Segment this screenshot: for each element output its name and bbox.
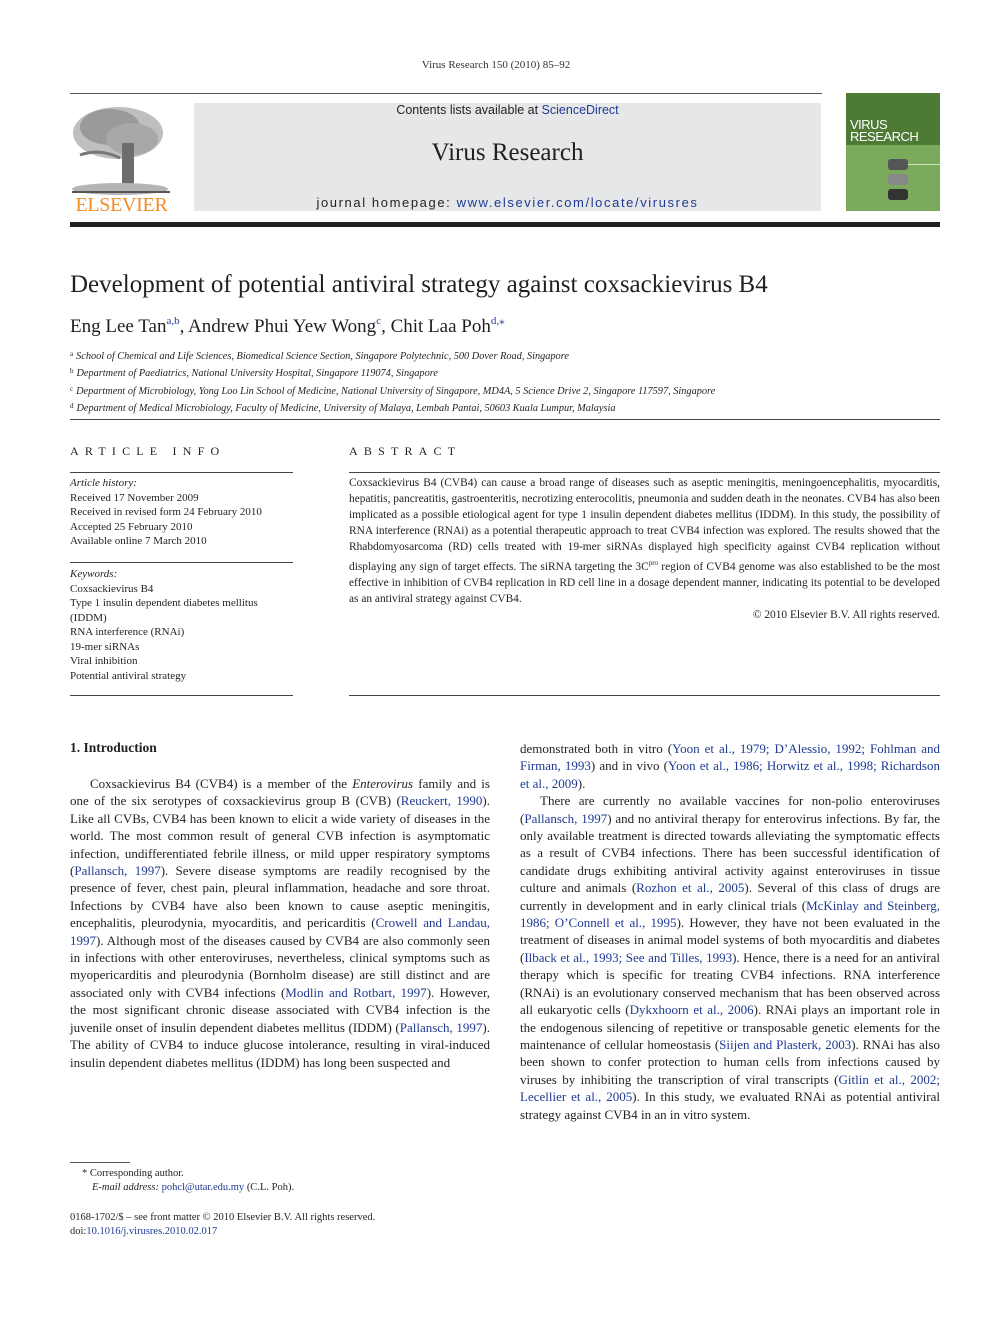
citation-link[interactable]: Siijen and Plasterk, 2003 [719, 1037, 851, 1052]
history-item: Accepted 25 February 2010 [70, 520, 193, 533]
cover-image-2 [888, 174, 908, 185]
header-rule [70, 93, 822, 94]
keyword: Type 1 insulin dependent diabetes mellit… [70, 597, 258, 609]
paragraph: There are currently no available vaccine… [520, 793, 941, 1122]
affiliation: b Department of Paediatrics, National Uni… [70, 367, 438, 380]
keyword: RNA interference (RNAi) [70, 626, 185, 638]
author[interactable]: Eng Lee Tan [70, 316, 166, 337]
doi-link[interactable]: 10.1016/j.virusres.2010.02.017 [86, 1226, 217, 1237]
cover-title: VIRUS RESEARCH [850, 117, 919, 144]
divider [70, 472, 293, 473]
article-info-heading: ARTICLE INFO [70, 444, 226, 458]
affiliation: d Department of Medical Microbiology, Fac… [70, 402, 616, 415]
history-item: Available online 7 March 2010 [70, 535, 207, 547]
citation-link[interactable]: Modlin and Rotbart, 1997 [285, 985, 426, 1000]
divider [70, 419, 940, 420]
divider [349, 695, 940, 696]
front-matter-note: 0168-1702/$ – see front matter © 2010 El… [70, 1212, 376, 1237]
keyword: Viral inhibition [70, 655, 138, 667]
author-affil-mark[interactable]: d,⁎ [491, 315, 505, 327]
keyword: Potential antiviral strategy [70, 669, 187, 682]
elsevier-logo: ELSEVIER [70, 103, 173, 216]
intro-right-column: demonstrated both in vitro (Yoon et al.,… [520, 740, 940, 1123]
history-item: Received 17 November 2009 [70, 491, 199, 504]
divider [70, 695, 293, 696]
abstract-text: Coxsackievirus B4 (CVB4) can cause a bro… [349, 477, 940, 605]
journal-banner: Contents lists available at ScienceDirec… [194, 103, 821, 211]
divider [70, 562, 293, 563]
section-heading: 1. Introduction [70, 740, 157, 755]
running-head: Virus Research 150 (2010) 85–92 [421, 59, 571, 71]
author[interactable]: Chit Laa Poh [391, 316, 491, 337]
paragraph: demonstrated both in vitro (Yoon et al.,… [520, 741, 940, 791]
paragraph: Coxsackievirus B4 (CVB4) is a member of … [70, 776, 491, 1070]
citation-link[interactable]: Dykxhoorn et al., 2006 [630, 1002, 754, 1017]
journal-cover: VIRUS RESEARCH [846, 93, 940, 211]
keyword: 19-mer siRNAs [70, 640, 140, 653]
journal-name: Virus Research [431, 139, 584, 166]
citation-link[interactable]: Pallansch, 1997 [400, 1020, 483, 1035]
affiliations: a School of Chemical and Life Sciences, B… [70, 347, 715, 417]
homepage-link[interactable]: www.elsevier.com/locate/virusres [457, 195, 699, 210]
abstract-body: Coxsackievirus B4 (CVB4) can cause a bro… [349, 475, 940, 623]
email-link[interactable]: pohcl@utar.edu.my [162, 1182, 245, 1193]
contents-line: Contents lists available at ScienceDirec… [396, 103, 619, 117]
history-item: Received in revised form 24 February 201… [70, 506, 262, 518]
article-history: Article history: Received 17 November 20… [70, 476, 293, 549]
citation-link[interactable]: Ilback et al., 1993; See and Tilles, 199… [524, 950, 732, 965]
citation-link[interactable]: Pallansch, 1997 [74, 863, 160, 878]
article-title: Development of potential antiviral strat… [70, 271, 768, 298]
cover-image-1 [888, 159, 908, 170]
keywords: Keywords: Coxsackievirus B4 Type 1 insul… [70, 567, 293, 683]
cover-image-3 [888, 189, 908, 200]
divider [349, 472, 940, 473]
intro-left-column: Coxsackievirus B4 (CVB4) is a member of … [70, 775, 490, 1071]
header-thick-rule [70, 222, 940, 227]
corresponding-author-note: * Corresponding author. E-mail address: … [82, 1168, 295, 1193]
homepage-line: journal homepage: www.elsevier.com/locat… [316, 195, 699, 210]
keyword: (IDDM) [70, 611, 107, 624]
affiliation: c Department of Microbiology, Yong Loo Li… [70, 384, 716, 397]
footnote-rule [70, 1162, 130, 1163]
affiliation: a School of Chemical and Life Sciences, B… [70, 350, 569, 362]
sciencedirect-link[interactable]: ScienceDirect [542, 103, 619, 117]
author-affil-mark[interactable]: c [376, 315, 381, 327]
citation-link[interactable]: Rozhon et al., 2005 [636, 880, 744, 895]
keyword: Coxsackievirus B4 [70, 582, 154, 595]
author-list: Eng Lee Tana,b, Andrew Phui Yew Wongc, C… [70, 315, 505, 337]
copyright: © 2010 Elsevier B.V. All rights reserved… [752, 608, 940, 621]
abstract-heading: ABSTRACT [349, 444, 462, 458]
author-affil-mark[interactable]: a,b [166, 315, 179, 327]
citation-link[interactable]: Pallansch, 1997 [524, 811, 607, 826]
author[interactable]: Andrew Phui Yew Wong [188, 316, 376, 337]
publisher-name: ELSEVIER [75, 194, 168, 216]
citation-link[interactable]: Reuckert, 1990 [401, 793, 483, 808]
